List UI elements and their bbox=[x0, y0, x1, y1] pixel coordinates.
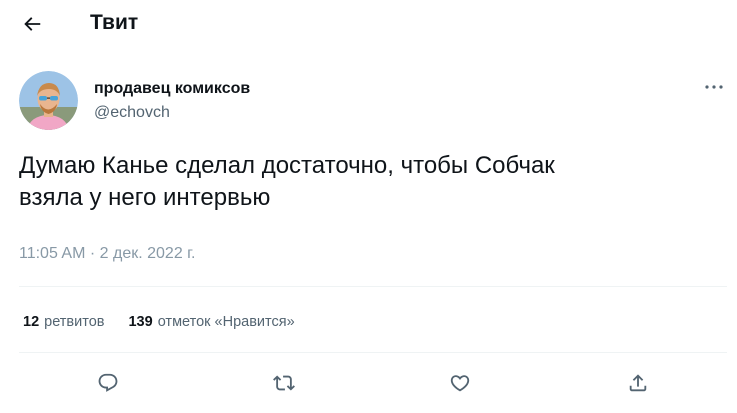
back-button[interactable] bbox=[16, 8, 48, 40]
share-icon bbox=[629, 374, 647, 392]
divider bbox=[19, 286, 727, 287]
avatar[interactable] bbox=[19, 71, 78, 130]
header: Твит bbox=[0, 0, 737, 48]
reply-button[interactable] bbox=[93, 368, 123, 398]
likes-stat[interactable]: 139 отметок «Нравится» bbox=[128, 312, 294, 332]
page-title: Твит bbox=[90, 11, 139, 34]
tweet-timestamp: 11:05 AM · 2 дек. 2022 г. bbox=[19, 244, 196, 264]
like-icon bbox=[450, 375, 470, 392]
tweet-text-line: взяла у него интервью bbox=[19, 184, 271, 211]
more-options-button[interactable] bbox=[700, 76, 728, 98]
user-avatar-icon bbox=[19, 71, 78, 130]
more-dots-icon bbox=[705, 85, 723, 89]
tweet-page: Твит продавец комиксов @echovch Думаю Ка… bbox=[0, 0, 737, 413]
likes-count: 139 bbox=[128, 314, 153, 330]
retweets-label: ретвитов bbox=[44, 314, 105, 330]
share-button[interactable] bbox=[623, 368, 653, 398]
retweets-stat[interactable]: 12 ретвитов bbox=[23, 312, 104, 332]
retweet-icon bbox=[273, 375, 295, 391]
tweet-text-line: Думаю Канье сделал достаточно, чтобы Соб… bbox=[19, 152, 555, 179]
arrow-left-icon bbox=[24, 17, 41, 31]
like-button[interactable] bbox=[445, 368, 475, 398]
retweet-button[interactable] bbox=[269, 368, 299, 398]
reply-icon bbox=[98, 373, 118, 392]
tweet-text: Думаю Канье сделал достаточно, чтобы Соб… bbox=[19, 150, 719, 214]
retweets-count: 12 bbox=[23, 314, 40, 330]
tweet-stats: 12 ретвитов 139 отметок «Нравится» bbox=[23, 312, 295, 332]
tweet-date[interactable]: 2 дек. 2022 г. bbox=[100, 245, 196, 262]
author-name[interactable]: продавец комиксов bbox=[94, 79, 250, 99]
author-handle[interactable]: @echovch bbox=[94, 103, 170, 123]
likes-label: отметок «Нравится» bbox=[157, 314, 295, 330]
tweet-time[interactable]: 11:05 AM bbox=[19, 245, 85, 262]
divider bbox=[19, 352, 727, 353]
meta-separator: · bbox=[89, 245, 96, 262]
